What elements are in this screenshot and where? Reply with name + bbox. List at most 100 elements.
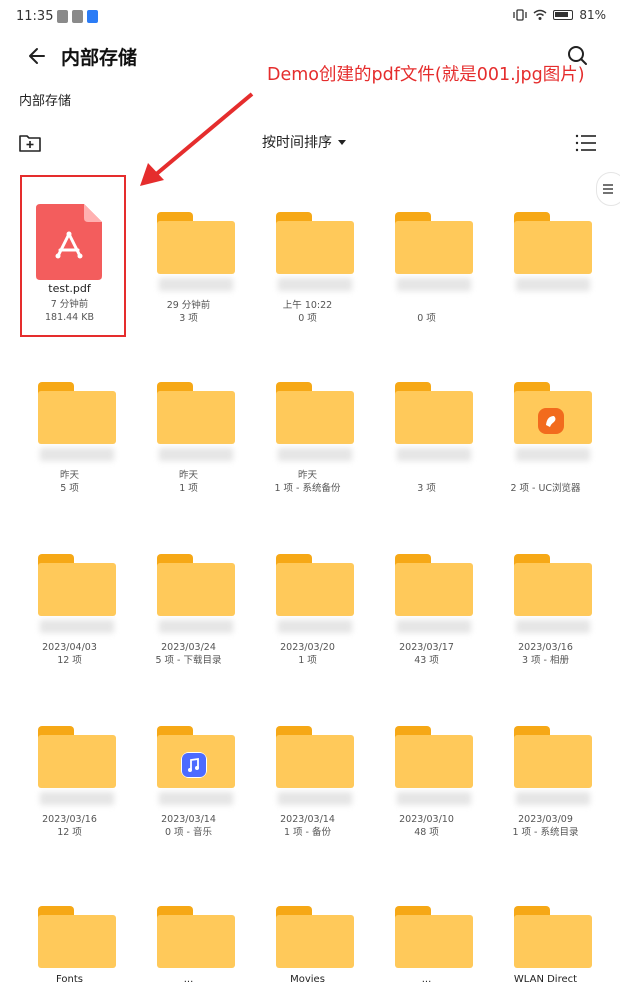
folder-item[interactable]: 2023/04/03 12 项: [10, 512, 129, 682]
folder-item[interactable]: 昨天 5 项: [10, 340, 129, 510]
folder-item[interactable]: 2023/03/24 5 项 - 下载目录: [129, 512, 248, 682]
folder-item[interactable]: 2023/03/14 0 项 - 音乐: [129, 684, 248, 854]
item-count: 48 项: [414, 827, 439, 838]
blurred-name: [516, 448, 590, 461]
app-notification-icon: [72, 10, 83, 23]
file-name: test.pdf: [48, 282, 91, 295]
folder-icon: [514, 554, 592, 616]
blurred-name: [516, 792, 590, 805]
item-date: 2023/03/16: [518, 642, 573, 653]
blurred-name: [516, 620, 590, 633]
item-date: 2023/03/16: [42, 814, 97, 825]
item-date: 2023/04/03: [42, 642, 97, 653]
folder-item[interactable]: 上午 10:22 0 项: [248, 170, 367, 340]
folder-icon: [276, 726, 354, 788]
wifi-icon: [533, 9, 547, 20]
folder-icon: [157, 554, 235, 616]
folder-item[interactable]: 昨天 1 项: [129, 340, 248, 510]
page-title: 内部存储: [61, 47, 138, 69]
battery-percent: 81%: [579, 8, 606, 22]
item-date: 上午 10:22: [282, 300, 333, 311]
blurred-name: [40, 792, 114, 805]
notification-icons: [57, 10, 98, 23]
folder-item[interactable]: 2023/03/20 1 项: [248, 512, 367, 682]
uc-browser-icon: [538, 408, 564, 434]
item-count: 1 项 - 备份: [283, 827, 332, 838]
item-date: 昨天: [297, 470, 317, 481]
file-grid: test.pdf 7 分钟前 181.44 KB 29 分钟前 3 项 上午 10:22 0…: [0, 170, 620, 994]
item-count: 0 项: [417, 313, 436, 324]
list-view-icon[interactable]: [573, 130, 599, 156]
status-time: 11:35: [16, 9, 54, 24]
item-count: 0 项 - 音乐: [164, 827, 213, 838]
item-date: 2023/03/20: [280, 642, 335, 653]
item-count: 3 项 - 相册: [521, 655, 570, 666]
item-date: 2023/03/17: [399, 642, 454, 653]
folder-item[interactable]: 2023/03/17 43 项: [367, 512, 486, 682]
folder-icon: [514, 726, 592, 788]
item-count: 43 项: [414, 655, 439, 666]
folder-item[interactable]: 2023/03/16 12 项: [10, 684, 129, 854]
folder-item[interactable]: WLAN Direct: [486, 900, 605, 994]
folder-icon: [276, 382, 354, 444]
item-count: 1 项 - 系统备份: [274, 483, 341, 494]
folder-icon: [38, 382, 116, 444]
item-count: 0 项: [298, 313, 317, 324]
folder-item[interactable]: Fonts: [10, 900, 129, 994]
blurred-name: [278, 448, 352, 461]
folder-item[interactable]: [486, 170, 605, 340]
blurred-name: [278, 792, 352, 805]
folder-icon: [395, 726, 473, 788]
folder-item[interactable]: ...: [367, 900, 486, 994]
folder-item[interactable]: 2 项 - UC浏览器: [486, 340, 605, 510]
folder-item[interactable]: 2023/03/09 1 项 - 系统目录: [486, 684, 605, 854]
folder-icon: [276, 212, 354, 274]
folder-icon: [395, 554, 473, 616]
folder-name: ...: [183, 974, 194, 985]
item-count: 3 项: [417, 483, 436, 494]
item-count: 2 项 - UC浏览器: [510, 483, 581, 494]
item-count: 181.44 KB: [44, 312, 94, 323]
folder-name: WLAN Direct: [513, 974, 578, 985]
blurred-name: [40, 620, 114, 633]
breadcrumb[interactable]: 内部存储: [19, 90, 71, 109]
folder-icon: [395, 212, 473, 274]
blurred-name: [40, 448, 114, 461]
blurred-name: [159, 448, 233, 461]
item-date: 2023/03/14: [280, 814, 335, 825]
folder-item[interactable]: 昨天 1 项 - 系统备份: [248, 340, 367, 510]
item-count: 1 项 - 系统目录: [512, 827, 579, 838]
folder-item[interactable]: 2023/03/14 1 项 - 备份: [248, 684, 367, 854]
folder-icon: [514, 212, 592, 274]
folder-icon: [157, 212, 235, 274]
new-folder-icon[interactable]: [17, 130, 43, 156]
folder-item[interactable]: Movies: [248, 900, 367, 994]
folder-name: Movies: [290, 974, 325, 985]
sort-label: 按时间排序: [262, 135, 332, 151]
item-date: 29 分钟前: [166, 300, 211, 311]
folder-item[interactable]: ...: [129, 900, 248, 994]
folder-icon: [276, 906, 354, 968]
vibrate-icon: [513, 9, 527, 21]
system-indicators: 81%: [513, 8, 606, 22]
folder-item[interactable]: 0 项: [367, 170, 486, 340]
folder-icon: [157, 906, 235, 968]
folder-item[interactable]: 3 项: [367, 340, 486, 510]
blurred-name: [397, 792, 471, 805]
folder-item[interactable]: 2023/03/10 48 项: [367, 684, 486, 854]
folder-icon: [38, 554, 116, 616]
folder-name: Fonts: [56, 974, 83, 985]
back-arrow-icon[interactable]: [24, 42, 52, 70]
folder-icon: [395, 382, 473, 444]
folder-name: ...: [421, 974, 432, 985]
item-count: 1 项: [179, 483, 198, 494]
folder-item[interactable]: 29 分钟前 3 项: [129, 170, 248, 340]
sort-by-time-button[interactable]: 按时间排序: [262, 132, 346, 152]
file-item[interactable]: test.pdf 7 分钟前 181.44 KB: [10, 170, 129, 340]
folder-item[interactable]: 2023/03/16 3 项 - 相册: [486, 512, 605, 682]
blurred-name: [397, 278, 471, 291]
item-count: 5 项 - 下载目录: [155, 655, 222, 666]
folder-icon: [157, 382, 235, 444]
gallery-notification-icon: [57, 10, 68, 23]
folder-icon: [38, 906, 116, 968]
